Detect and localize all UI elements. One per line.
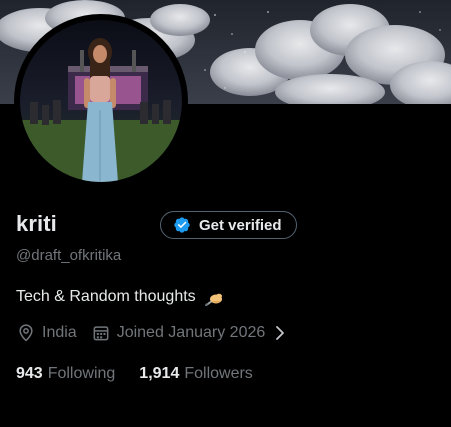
- location-pin-icon: [19, 324, 33, 342]
- avatar-photo: [20, 20, 182, 182]
- writing-hand-icon: [204, 293, 222, 307]
- followers-count: 1,914: [139, 365, 180, 382]
- verified-badge-icon: [174, 217, 190, 233]
- followers-link[interactable]: 1,914 Followers: [139, 365, 253, 383]
- following-link[interactable]: 943 Following: [16, 365, 115, 383]
- calendar-icon: [93, 326, 109, 341]
- location-text: India: [42, 324, 77, 341]
- bio-text: Tech & Random thoughts: [16, 288, 196, 305]
- joined-text: Joined January 2026: [116, 324, 266, 341]
- profile-bio: Tech & Random thoughts: [16, 286, 225, 308]
- profile-handle: @draft_ofkritika: [16, 247, 122, 264]
- joined-item[interactable]: Joined January 2026: [91, 323, 288, 343]
- followers-label: Followers: [184, 365, 253, 382]
- get-verified-button[interactable]: Get verified: [160, 211, 297, 239]
- location-item: India: [16, 323, 77, 343]
- get-verified-label: Get verified: [199, 216, 282, 234]
- following-count: 943: [16, 365, 43, 382]
- chevron-right-icon: [276, 326, 285, 340]
- following-label: Following: [47, 365, 116, 382]
- profile-stats: 943 Following 1,914 Followers: [16, 365, 253, 383]
- profile-meta: India Joined January 2026: [16, 323, 287, 343]
- profile-name: kriti: [16, 211, 57, 236]
- profile-avatar[interactable]: [14, 14, 188, 188]
